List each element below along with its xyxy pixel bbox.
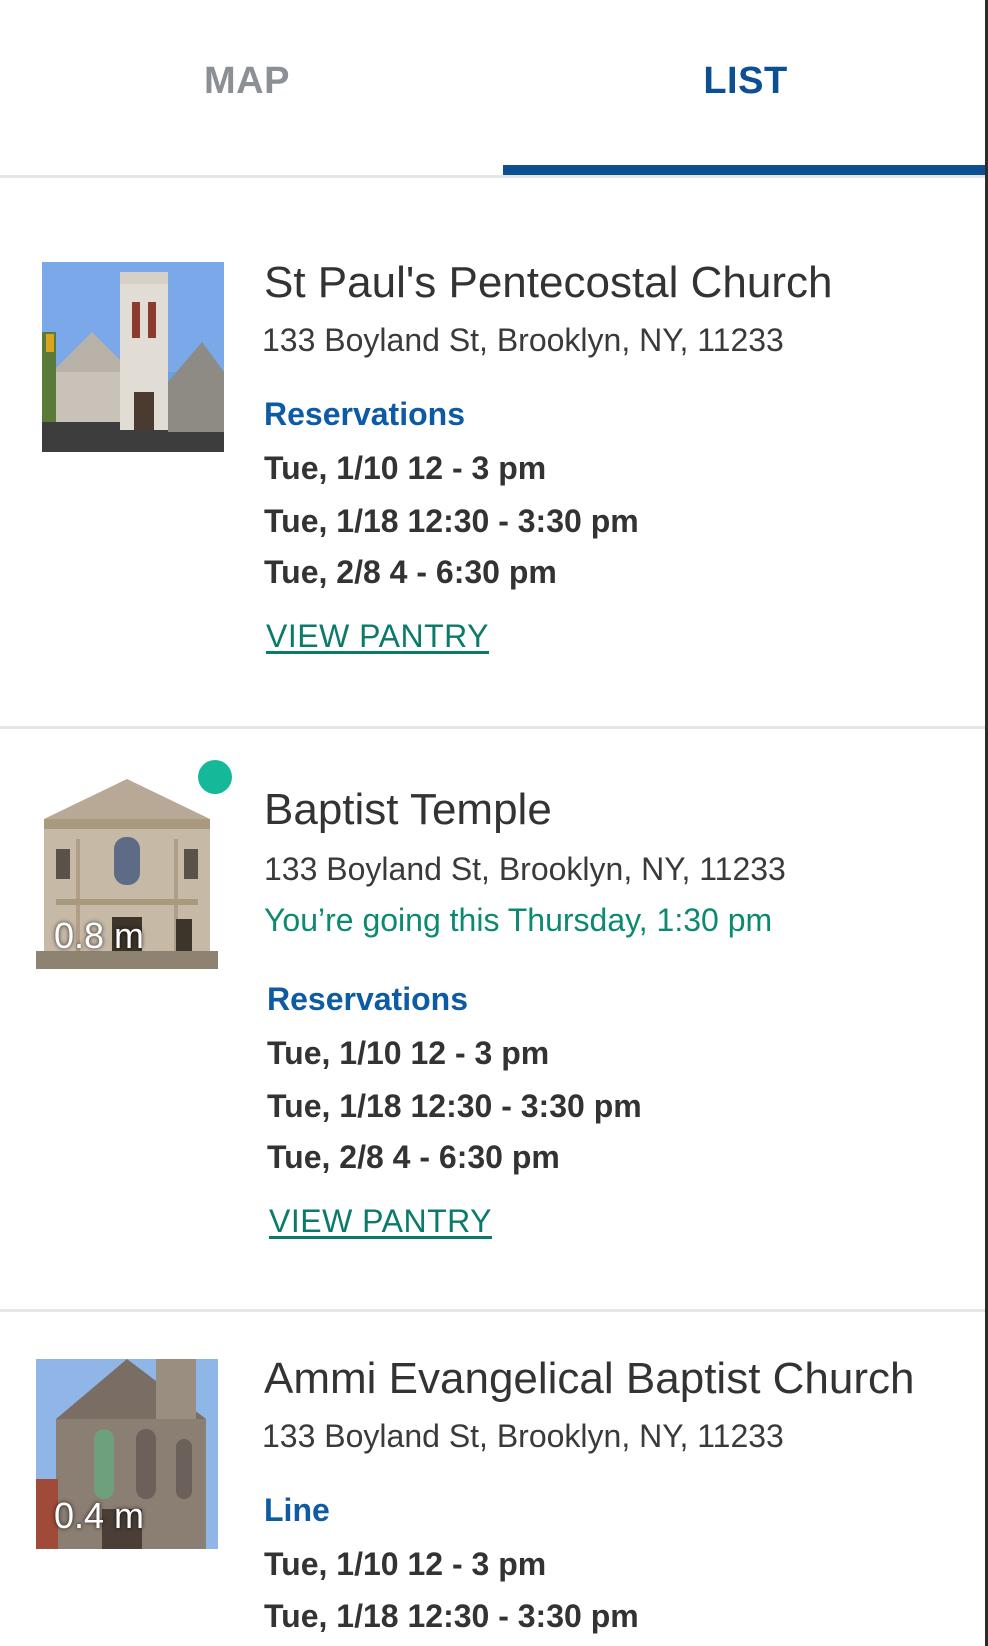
pantry-card[interactable]: 0.8 m Baptist Temple 133 Boyland St, Bro…: [0, 729, 988, 1309]
going-status-dot: [198, 760, 232, 794]
time-slot[interactable]: Tue, 2/8 4 - 6:30 pm: [264, 554, 557, 591]
tab-list[interactable]: LIST: [503, 0, 988, 178]
time-slot[interactable]: Tue, 1/18 12:30 - 3:30 pm: [264, 503, 639, 540]
reservations-label: Reservations: [264, 396, 465, 432]
pantry-card[interactable]: 0.4 m Ammi Evangelical Baptist Church 13…: [0, 1312, 988, 1646]
pantry-name[interactable]: Ammi Evangelical Baptist Church: [264, 1354, 914, 1404]
tab-map[interactable]: MAP: [0, 0, 494, 178]
pantry-name[interactable]: Baptist Temple: [264, 785, 552, 835]
pantry-address: 133 Boyland St, Brooklyn, NY, 11233: [262, 322, 784, 358]
pantry-name[interactable]: St Paul's Pentecostal Church: [264, 258, 832, 308]
time-slot[interactable]: Tue, 1/10 12 - 3 pm: [264, 1546, 546, 1583]
distance-badge: 0.8 m: [54, 915, 145, 956]
pantry-photo: 0.4 m: [36, 1359, 218, 1549]
pantry-photo: [42, 262, 224, 452]
pantry-card[interactable]: St Paul's Pentecostal Church 133 Boyland…: [0, 180, 988, 728]
pantry-photo: 0.8 m: [36, 779, 218, 969]
time-slot[interactable]: Tue, 2/8 4 - 6:30 pm: [267, 1139, 560, 1176]
time-slot[interactable]: Tue, 1/10 12 - 3 pm: [264, 450, 546, 487]
view-pantry-link[interactable]: VIEW PANTRY: [269, 1203, 492, 1240]
active-tab-indicator: [503, 165, 988, 175]
app-frame: MAP LIST St Paul's Pentecostal Church 13…: [0, 0, 988, 1646]
tab-bar: MAP LIST: [0, 0, 988, 178]
time-slot[interactable]: Tue, 1/10 12 - 3 pm: [267, 1035, 549, 1072]
time-slot[interactable]: Tue, 1/18 12:30 - 3:30 pm: [264, 1598, 639, 1635]
reservations-label: Reservations: [267, 981, 468, 1017]
distance-badge: 0.4 m: [54, 1495, 145, 1536]
pantry-address: 133 Boyland St, Brooklyn, NY, 11233: [264, 851, 786, 887]
line-label: Line: [264, 1492, 330, 1528]
view-pantry-link[interactable]: VIEW PANTRY: [266, 618, 489, 655]
going-status-text: You’re going this Thursday, 1:30 pm: [264, 902, 773, 938]
time-slot[interactable]: Tue, 1/18 12:30 - 3:30 pm: [267, 1088, 642, 1125]
pantry-address: 133 Boyland St, Brooklyn, NY, 11233: [262, 1418, 784, 1454]
